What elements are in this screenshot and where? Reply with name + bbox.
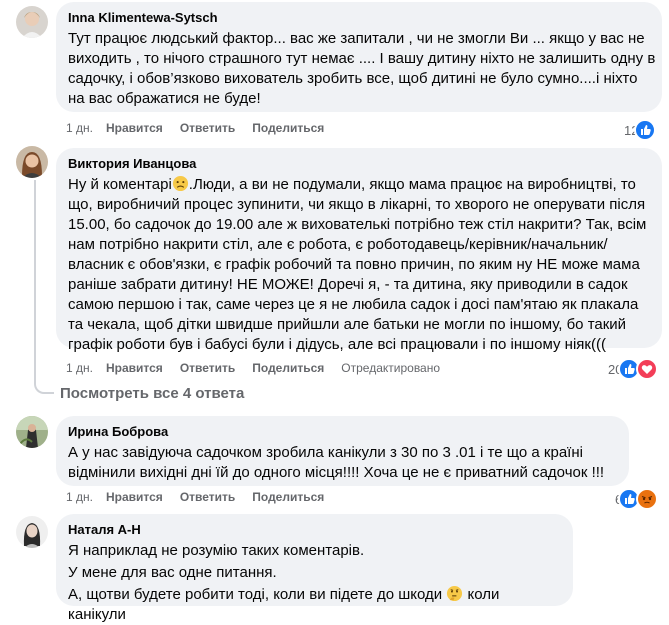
comment-4: Наталя А-Н Я наприклад не розумію таких … [0,510,669,623]
like-button[interactable]: Нравится [106,120,163,136]
comment-bubble: Наталя А-Н Я наприклад не розумію таких … [56,514,573,623]
love-reaction-icon [636,358,659,380]
reaction-summary[interactable]: 20 [608,358,659,380]
like-button[interactable]: Нравится [106,489,163,505]
reaction-summary[interactable]: 12 [624,119,657,141]
like-button[interactable]: Нравится [106,360,163,376]
thread-line [34,180,54,394]
comment-text-start: Ну й коментарі [68,176,172,193]
comment-2: Виктория Иванцова Ну й коментарі .Люди, а… [0,140,669,394]
avatar-photo [16,6,48,38]
avatar-photo [16,416,48,448]
comment-text: Ну й коментарі .Люди, а ви не подумали, я… [68,175,656,355]
share-button[interactable]: Поделиться [252,120,324,136]
thinking-face-icon [447,585,463,602]
angry-reaction-icon [636,488,659,510]
sad-face-icon [172,175,188,192]
comment-author[interactable]: Виктория Иванцова [68,156,650,172]
comment-actions: 1 дн. Нравится Ответить Поделиться [66,489,341,505]
view-replies-link[interactable]: Посмотреть все 4 ответа [60,384,244,404]
comment-actions: 1 дн. Нравится Ответить Поделиться Отред… [66,360,457,376]
comment-line: А, щотви будете робити тоді, коли ви під… [68,585,561,625]
comment-text-rest: .Люди, а ви не подумали, якщо мама працю… [68,176,647,353]
reply-button[interactable]: Ответить [180,120,235,136]
comment-3: Ирина Боброва А у нас завідуюча садочком… [0,410,669,510]
comment-line: Я наприклад не розумію таких коментарів. [68,542,365,559]
comment-bubble: Ирина Боброва А у нас завідуюча садочком… [56,416,629,486]
comment-bubble: Виктория Иванцова Ну й коментарі .Люди, а… [56,148,662,353]
share-button[interactable]: Поделиться [252,489,324,505]
avatar-photo [16,516,48,548]
comment-line: У мене для вас одне питання. [68,564,277,581]
edited-label: Отредактировано [341,361,441,375]
comment-author[interactable]: Наталя А-Н [68,522,561,538]
share-button[interactable]: Поделиться [252,360,324,376]
reaction-summary[interactable]: 6 [615,488,659,510]
comment-author[interactable]: Inna Klimentewa-Sytsch [68,10,650,26]
comment-text: Тут працює людський фактор... вас же зап… [68,30,656,107]
comment-actions: 1 дн. Нравится Ответить Поделиться [66,120,341,136]
avatar[interactable] [16,6,48,38]
avatar[interactable] [16,416,48,448]
comment-time[interactable]: 1 дн. [66,120,93,136]
comment-time[interactable]: 1 дн. [66,489,93,505]
comment-time[interactable]: 1 дн. [66,360,93,376]
reply-button[interactable]: Ответить [180,360,235,376]
like-reaction-icon [634,119,657,141]
comment-line-start: А, щотви будете робити тоді, коли ви під… [68,586,447,603]
avatar-photo [16,146,48,178]
reply-button[interactable]: Ответить [180,489,235,505]
avatar[interactable] [16,146,48,178]
comment-author[interactable]: Ирина Боброва [68,424,617,440]
comment-bubble: Inna Klimentewa-Sytsch Тут працює людськ… [56,2,662,112]
comment-1: Inna Klimentewa-Sytsch Тут працює людськ… [0,0,669,141]
avatar[interactable] [16,516,48,548]
comment-text: А у нас завідуюча садочком зробила канік… [68,444,605,481]
